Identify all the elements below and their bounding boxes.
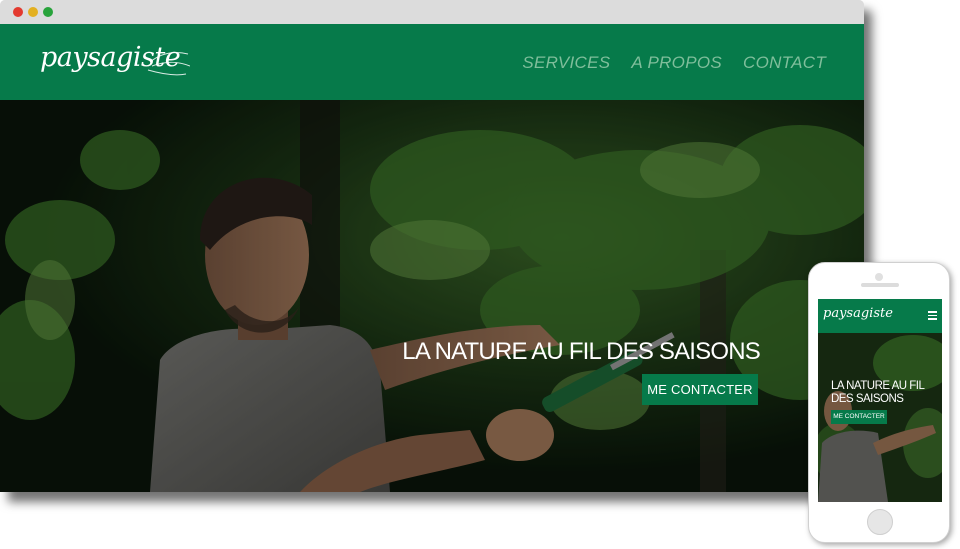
maximize-window-icon[interactable] <box>43 7 53 17</box>
nav-item-a-propos[interactable]: A PROPOS <box>631 50 722 76</box>
mobile-hero-section: LA NATURE AU FIL DES SAISONS ME CONTACTE… <box>818 333 942 502</box>
site-header: paysagiste SERVICES A PROPOS CONTACT <box>0 24 864 100</box>
hero-section: LA NATURE AU FIL DES SAISONS ME CONTACTE… <box>0 100 864 492</box>
phone-camera-icon <box>875 273 883 281</box>
browser-title-bar <box>0 0 864 24</box>
logo-flourish-icon <box>147 51 190 76</box>
mobile-site-logo[interactable]: paysagiste <box>823 306 893 321</box>
phone-home-button[interactable] <box>867 509 893 535</box>
phone-speaker <box>861 283 899 287</box>
hero-title: LA NATURE AU FIL DES SAISONS <box>402 338 761 365</box>
nav-item-contact[interactable]: CONTACT <box>743 50 826 76</box>
minimize-window-icon[interactable] <box>28 7 38 17</box>
mobile-phone-frame: paysagiste LA NATURE AU FIL DES SAISONS … <box>808 262 950 543</box>
mobile-site-header: paysagiste <box>818 299 942 333</box>
nav-item-services[interactable]: SERVICES <box>522 50 610 76</box>
hero-gardener-photo <box>0 100 864 492</box>
desktop-browser-window: paysagiste SERVICES A PROPOS CONTACT LA … <box>0 0 864 492</box>
contact-me-button[interactable]: ME CONTACTER <box>642 374 758 405</box>
hamburger-menu-icon[interactable] <box>928 311 937 320</box>
main-nav: SERVICES A PROPOS CONTACT <box>522 50 826 76</box>
mobile-screen: paysagiste LA NATURE AU FIL DES SAISONS … <box>818 299 942 502</box>
site-logo[interactable]: paysagiste <box>40 40 190 84</box>
close-window-icon[interactable] <box>13 7 23 17</box>
mobile-hero-title: LA NATURE AU FIL DES SAISONS <box>831 380 924 405</box>
mobile-contact-me-button[interactable]: ME CONTACTER <box>831 410 887 424</box>
